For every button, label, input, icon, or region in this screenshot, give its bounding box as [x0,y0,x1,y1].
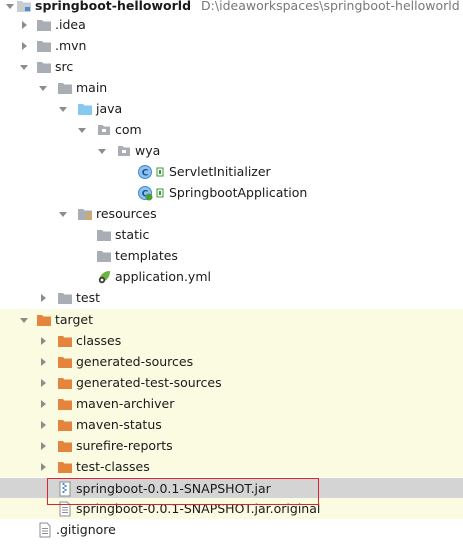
folder-icon [96,248,112,264]
collapse-arrow-icon[interactable] [37,335,49,347]
package-icon [96,122,112,138]
vcs-status-icon [154,164,166,180]
tree-item-classes[interactable]: classes [0,330,463,351]
tree-item-jar[interactable]: springboot-0.0.1-SNAPSHOT.jar [0,478,463,499]
collapse-arrow-icon[interactable] [37,461,49,473]
tree-item-surefire-reports[interactable]: surefire-reports [0,435,463,456]
collapse-arrow-icon[interactable] [37,419,49,431]
expand-arrow-icon[interactable] [57,208,69,220]
tree-label: springboot-0.0.1-SNAPSHOT.jar.original [76,501,321,516]
tree-label: wya [135,143,161,158]
tree-label: templates [115,248,178,263]
tree-item-com[interactable]: com [0,119,463,140]
tree-label: surefire-reports [76,438,173,453]
tree-label: test-classes [76,459,150,474]
text-file-icon [37,522,53,538]
tree-label: ServletInitializer [169,164,271,179]
excluded-folder-icon [57,459,73,475]
tree-item-maven-status[interactable]: maven-status [0,414,463,435]
tree-label: test [76,290,101,305]
tree-label: generated-test-sources [76,375,222,390]
file-icon [57,501,73,517]
source-folder-icon [77,101,93,117]
java-class-icon: C [137,164,153,180]
tree-label: .idea [55,17,86,32]
excluded-folder-icon [57,354,73,370]
tree-item-java[interactable]: java [0,98,463,119]
tree-item-templates[interactable]: templates [0,245,463,266]
tree-label: resources [96,206,157,221]
tree-label: SpringbootApplication [169,185,308,200]
folder-icon [57,290,73,306]
tree-item-jar-original[interactable]: springboot-0.0.1-SNAPSHOT.jar.original [0,498,463,519]
collapse-arrow-icon[interactable] [37,398,49,410]
excluded-folder-icon [57,417,73,433]
tree-label: main [76,80,108,95]
folder-icon [36,59,52,75]
expand-arrow-icon[interactable] [57,103,69,115]
expand-arrow-icon[interactable] [4,0,16,12]
tree-item-springboot-application[interactable]: C SpringbootApplication [0,182,463,203]
archive-file-icon [57,481,73,497]
tree-item-gitignore[interactable]: .gitignore [0,519,463,540]
folder-icon [36,38,52,54]
tree-item-resources[interactable]: resources [0,203,463,224]
tree-item-src[interactable]: src [0,56,463,77]
expand-arrow-icon[interactable] [18,314,30,326]
spring-config-file-icon [96,269,112,285]
tree-label: java [96,101,123,116]
collapse-arrow-icon[interactable] [37,377,49,389]
collapse-arrow-icon[interactable] [18,40,30,52]
svg-text:C: C [142,168,149,178]
excluded-folder-icon [57,438,73,454]
excluded-folder-icon [36,312,52,328]
folder-icon [96,227,112,243]
collapse-arrow-icon[interactable] [37,356,49,368]
package-icon [116,143,132,159]
tree-label: static [115,227,150,242]
tree-label: application.yml [115,269,211,284]
spring-boot-class-icon: C [137,185,153,201]
vcs-status-icon [154,185,166,201]
expand-arrow-icon[interactable] [96,145,108,157]
expand-arrow-icon[interactable] [18,61,30,73]
tree-label: target [55,312,94,327]
resources-folder-icon [77,206,93,222]
tree-label: maven-status [76,417,162,432]
tree-label: maven-archiver [76,396,175,411]
excluded-folder-icon [57,375,73,391]
collapse-arrow-icon[interactable] [18,19,30,31]
tree-item-static[interactable]: static [0,224,463,245]
tree-item-test[interactable]: test [0,287,463,308]
tree-label: springboot-0.0.1-SNAPSHOT.jar [76,481,271,496]
excluded-folder-icon [57,333,73,349]
tree-item-main[interactable]: main [0,77,463,98]
expand-arrow-icon[interactable] [37,82,49,94]
tree-label: com [115,122,142,137]
module-folder-icon [16,0,32,14]
tree-item-target[interactable]: target [0,309,463,330]
tree-item-mvn[interactable]: .mvn [0,35,463,56]
tree-item-test-classes[interactable]: test-classes [0,456,463,477]
tree-item-servlet-initializer[interactable]: C ServletInitializer [0,161,463,182]
tree-item-generated-sources[interactable]: generated-sources [0,351,463,372]
tree-label: .mvn [55,38,87,53]
tree-label: classes [76,333,122,348]
tree-item-idea[interactable]: .idea [0,14,463,35]
folder-icon [36,17,52,33]
collapse-arrow-icon[interactable] [37,440,49,452]
tree-label: generated-sources [76,354,194,369]
tree-item-application-yml[interactable]: application.yml [0,266,463,287]
project-tree: springboot-helloworld D:\ideaworkspaces\… [0,0,463,548]
tree-item-generated-test-sources[interactable]: generated-test-sources [0,372,463,393]
tree-label: .gitignore [56,522,116,537]
tree-item-maven-archiver[interactable]: maven-archiver [0,393,463,414]
tree-label: src [55,59,74,74]
collapse-arrow-icon[interactable] [37,292,49,304]
excluded-folder-icon [57,396,73,412]
expand-arrow-icon[interactable] [76,124,88,136]
folder-icon [57,80,73,96]
tree-item-wya[interactable]: wya [0,140,463,161]
